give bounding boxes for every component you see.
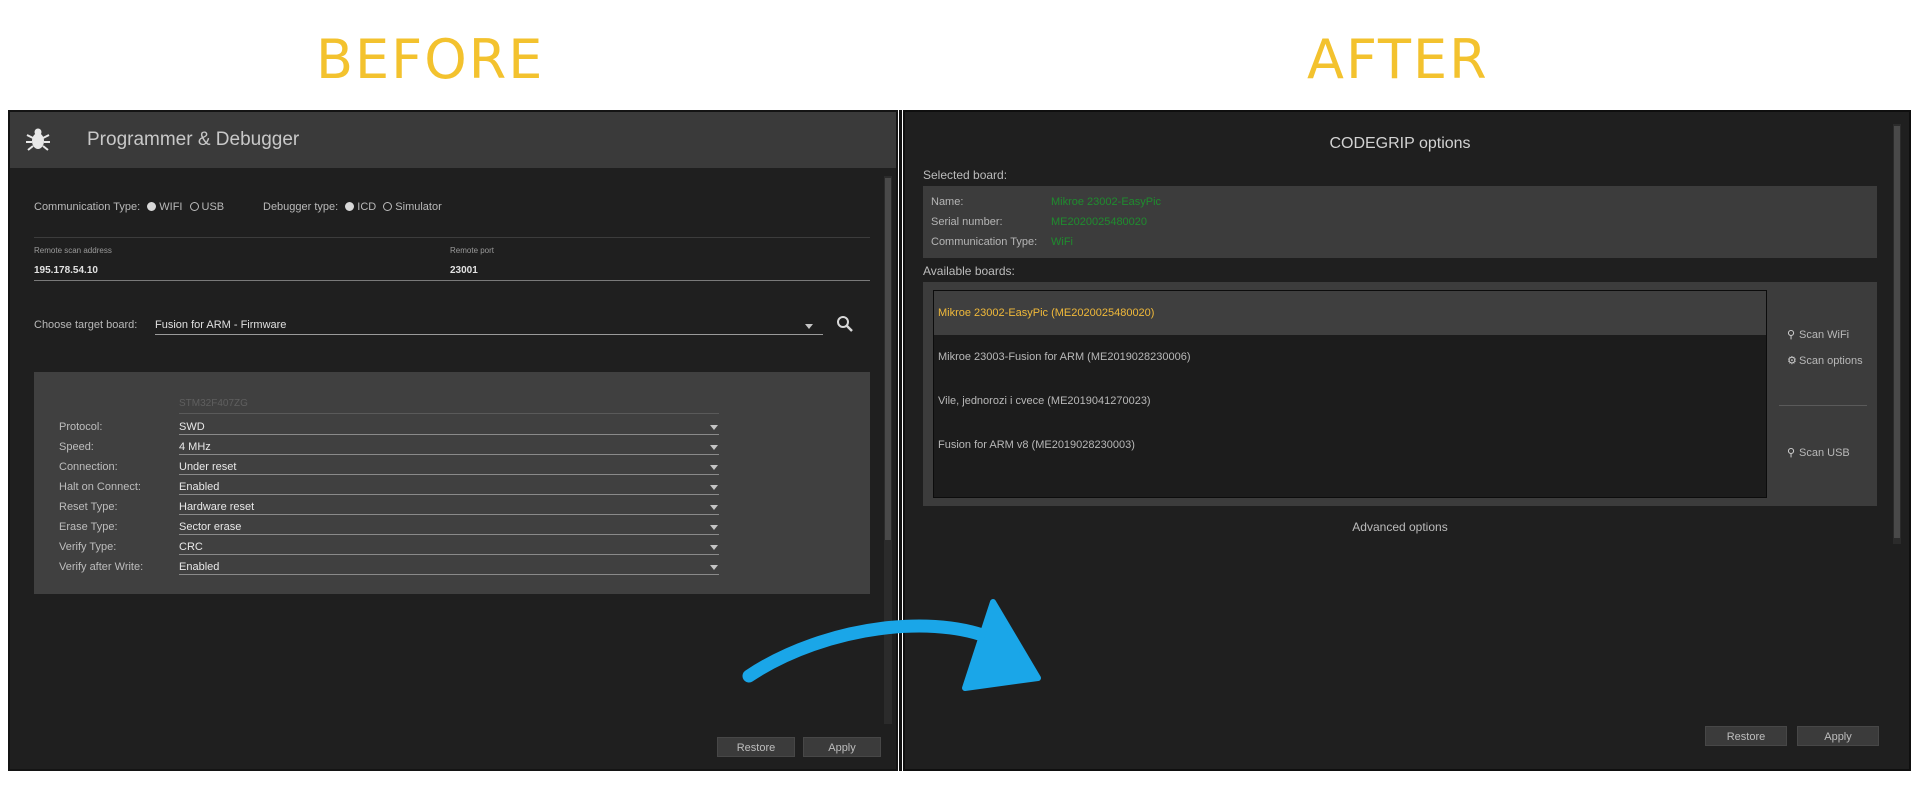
verify-type-underline xyxy=(179,554,719,555)
verify-after-write-underline xyxy=(179,574,719,575)
debugger-type-label: Debugger type: xyxy=(263,201,339,213)
connection-label: Connection: xyxy=(59,461,118,473)
gear-icon: ⚙ xyxy=(1787,355,1797,367)
verify-type-label: Verify Type: xyxy=(59,541,117,553)
boards-list[interactable]: Mikroe 23002-EasyPic (ME2020025480020) M… xyxy=(933,290,1767,498)
scrollbar-thumb[interactable] xyxy=(1894,126,1900,538)
serial-key: Serial number: xyxy=(931,216,1003,228)
speed-select[interactable]: 4 MHz xyxy=(179,441,211,453)
erase-type-underline xyxy=(179,534,719,535)
speed-underline xyxy=(179,454,719,455)
advanced-options-link[interactable]: Advanced options xyxy=(905,520,1895,534)
chevron-down-icon[interactable] xyxy=(710,545,718,550)
remote-port-label: Remote port xyxy=(450,246,495,255)
settings-panel: STM32F407ZG Protocol: SWD Speed: 4 MHz C… xyxy=(34,372,870,594)
chevron-down-icon[interactable] xyxy=(710,445,718,450)
arrow-icon xyxy=(742,599,1041,691)
scrollbar-thumb[interactable] xyxy=(885,178,891,540)
window-header: Programmer & Debugger xyxy=(10,112,896,168)
verify-after-write-select[interactable]: Enabled xyxy=(179,561,219,573)
list-item[interactable]: Mikroe 23002-EasyPic (ME2020025480020) xyxy=(934,291,1766,335)
reset-type-select[interactable]: Hardware reset xyxy=(179,501,254,513)
available-boards-label: Available boards: xyxy=(923,264,1015,278)
debugger-icd-radio[interactable] xyxy=(345,202,355,211)
list-item[interactable]: Mikroe 23003-Fusion for ARM (ME201902823… xyxy=(934,335,1766,379)
side-separator xyxy=(1779,405,1867,406)
before-heading: BEFORE xyxy=(316,28,545,91)
connection-underline xyxy=(179,474,719,475)
protocol-label: Protocol: xyxy=(59,421,103,433)
comm-wifi-label: WIFI xyxy=(159,201,183,213)
name-key: Name: xyxy=(931,196,964,208)
scan-wifi-label: Scan WiFi xyxy=(1799,329,1850,341)
target-board-select[interactable]: Fusion for ARM - Firmware xyxy=(155,319,286,331)
serial-value: ME2020025480020 xyxy=(1051,216,1148,228)
scan-usb-label: Scan USB xyxy=(1799,447,1850,459)
erase-type-select[interactable]: Sector erase xyxy=(179,521,241,533)
list-item[interactable]: Fusion for ARM v8 (ME2019028230003) xyxy=(934,423,1766,467)
chevron-down-icon[interactable] xyxy=(710,565,718,570)
speed-label: Speed: xyxy=(59,441,94,453)
remote-address-input[interactable]: 195.178.54.10 xyxy=(34,265,98,276)
connection-select[interactable]: Under reset xyxy=(179,461,236,473)
reset-type-underline xyxy=(179,514,719,515)
search-icon[interactable] xyxy=(836,315,854,333)
comm-usb-label: USB xyxy=(201,201,225,213)
comm-type-value: WiFi xyxy=(1051,236,1073,248)
comm-usb-radio[interactable] xyxy=(189,202,199,211)
scan-usb-button[interactable]: ⚲ Scan USB xyxy=(1787,446,1850,459)
chip-label: STM32F407ZG xyxy=(179,398,248,409)
reset-type-label: Reset Type: xyxy=(59,501,118,513)
comm-type-label: Communication Type: xyxy=(34,201,141,213)
chip-underline xyxy=(179,413,719,414)
available-boards-panel: Mikroe 23002-EasyPic (ME2020025480020) M… xyxy=(923,282,1877,506)
debugger-simulator-radio[interactable] xyxy=(383,202,393,211)
chevron-down-icon[interactable] xyxy=(710,465,718,470)
separator xyxy=(34,237,870,238)
dialog-title: CODEGRIP options xyxy=(1329,135,1471,152)
debugger-simulator-label: Simulator xyxy=(395,201,442,213)
protocol-underline xyxy=(179,434,719,435)
chevron-down-icon[interactable] xyxy=(710,505,718,510)
vertical-scrollbar[interactable] xyxy=(1893,124,1901,544)
remote-port-input[interactable]: 23001 xyxy=(450,265,478,276)
chevron-down-icon[interactable] xyxy=(710,425,718,430)
chevron-down-icon[interactable] xyxy=(710,485,718,490)
after-heading: AFTER xyxy=(1307,28,1489,91)
chevron-down-icon[interactable] xyxy=(805,324,813,329)
remote-port-underline xyxy=(450,280,870,281)
comm-wifi-radio[interactable] xyxy=(147,202,157,211)
scan-options-label: Scan options xyxy=(1799,355,1863,367)
search-icon: ⚲ xyxy=(1787,329,1796,341)
scan-options-button[interactable]: ⚙ Scan options xyxy=(1787,354,1863,367)
apply-button[interactable]: Apply xyxy=(1797,726,1879,746)
remote-address-label: Remote scan address xyxy=(34,246,112,255)
window-title: Programmer & Debugger xyxy=(87,129,300,150)
verify-type-select[interactable]: CRC xyxy=(179,541,203,553)
target-board-underline xyxy=(155,334,823,335)
comm-type-key: Communication Type: xyxy=(931,236,1038,248)
comm-type-row: Communication Type: WIFI USB xyxy=(34,201,224,213)
bug-icon xyxy=(26,128,50,151)
restore-button[interactable]: Restore xyxy=(717,737,795,757)
name-value: Mikroe 23002-EasyPic xyxy=(1051,196,1162,208)
search-icon: ⚲ xyxy=(1787,447,1796,459)
protocol-select[interactable]: SWD xyxy=(179,421,205,433)
target-board-label: Choose target board: xyxy=(34,319,138,331)
chevron-down-icon[interactable] xyxy=(710,525,718,530)
selected-board-label: Selected board: xyxy=(923,168,1008,182)
erase-type-label: Erase Type: xyxy=(59,521,118,533)
list-item[interactable]: Vile, jednorozi i cvece (ME2019041270023… xyxy=(934,379,1766,423)
halt-on-connect-label: Halt on Connect: xyxy=(59,481,141,493)
halt-on-connect-select[interactable]: Enabled xyxy=(179,481,219,493)
remote-address-underline xyxy=(34,280,452,281)
halt-on-connect-underline xyxy=(179,494,719,495)
selected-board-panel: Name: Mikroe 23002-EasyPic Serial number… xyxy=(923,186,1877,258)
verify-after-write-label: Verify after Write: xyxy=(59,561,144,573)
apply-button[interactable]: Apply xyxy=(803,737,881,757)
scan-wifi-button[interactable]: ⚲ Scan WiFi xyxy=(1787,328,1849,341)
debugger-type-row: Debugger type: ICD Simulator xyxy=(263,201,442,213)
restore-button[interactable]: Restore xyxy=(1705,726,1787,746)
debugger-icd-label: ICD xyxy=(357,201,377,213)
